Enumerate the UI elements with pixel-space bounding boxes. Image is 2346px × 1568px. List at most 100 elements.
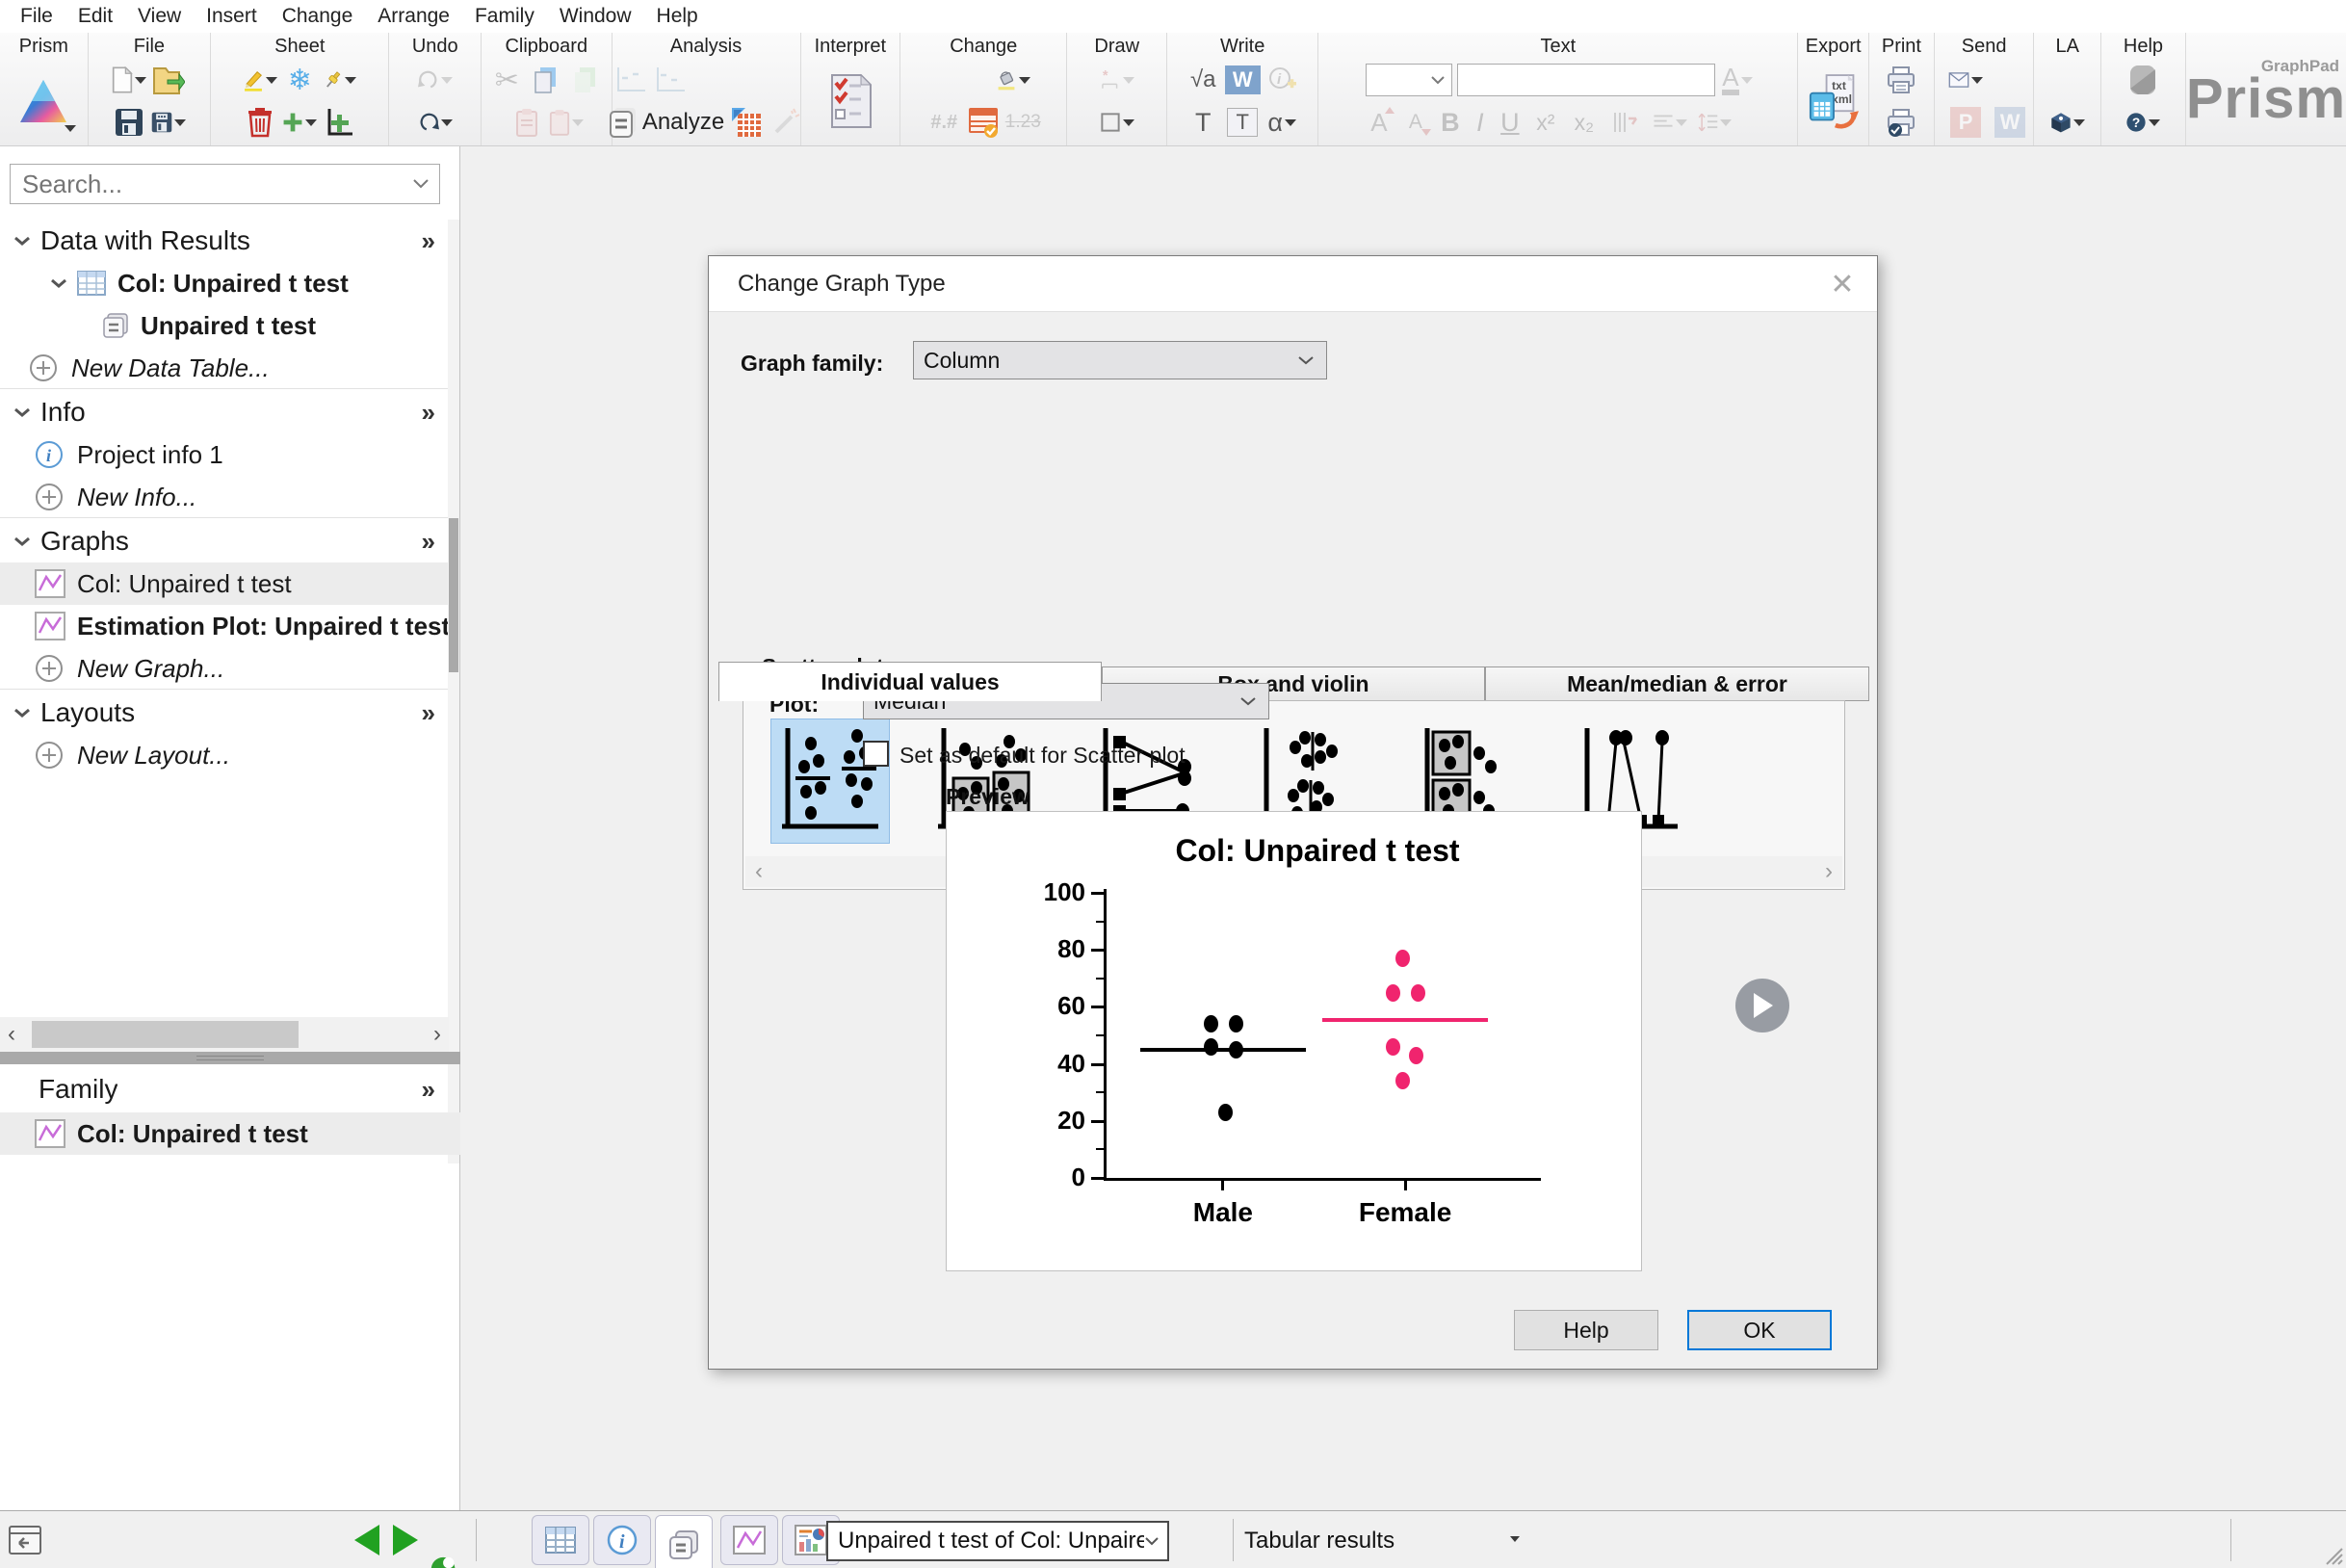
sidebar-section-data[interactable]: Data with Results » (0, 220, 449, 262)
save-special-icon[interactable] (151, 105, 187, 140)
delete-sheet-icon[interactable] (243, 105, 277, 140)
resize-grip[interactable] (2323, 1545, 2344, 1566)
y-minor-tick (1096, 1091, 1104, 1094)
view-graphs-tab[interactable] (720, 1515, 778, 1565)
help-button[interactable]: Help (1514, 1310, 1658, 1350)
scrollbar-thumb[interactable] (32, 1021, 299, 1048)
menu-item-help[interactable]: Help (644, 0, 711, 33)
copy-icon[interactable] (529, 63, 563, 97)
open-file-icon[interactable] (151, 63, 186, 97)
collapse-navigator-icon[interactable] (8, 1523, 42, 1557)
pin-icon[interactable] (322, 63, 357, 97)
decimal-format-icon: 1.23 (1004, 112, 1041, 132)
dialog-titlebar[interactable]: Change Graph Type ✕ (709, 256, 1877, 312)
sheet-selector-combo[interactable]: Unpaired t test of Col: Unpaired (826, 1521, 1169, 1561)
search-combo[interactable] (10, 164, 440, 204)
sidebar-item-estimation-plot[interactable]: Estimation Plot: Unpaired t test of (0, 605, 449, 647)
menu-item-window[interactable]: Window (547, 0, 644, 33)
play-tutorial-button[interactable] (1735, 979, 1789, 1032)
toolbar-group-write: Write √a W i T T α (1167, 33, 1319, 145)
equation-icon[interactable]: √a (1186, 63, 1220, 97)
change-table-format-icon[interactable] (966, 105, 1001, 140)
sidebar-item-results-sheet[interactable]: Unpaired t test (0, 304, 449, 347)
menu-item-arrange[interactable]: Arrange (365, 0, 462, 33)
text-tool-icon[interactable]: T (1186, 105, 1220, 140)
expand-section-icon[interactable]: » (422, 698, 435, 728)
sidebar-vertical-scrollbar[interactable] (448, 220, 459, 1163)
menu-item-file[interactable]: File (8, 0, 65, 33)
family-panel-splitter[interactable] (0, 1052, 460, 1064)
graph-family-combo[interactable]: Column (913, 341, 1327, 379)
tab-individual-values[interactable]: Individual values (718, 662, 1102, 701)
go-to-linked-icon[interactable] (428, 1555, 462, 1568)
print-icon[interactable] (1884, 63, 1918, 97)
sidebar-section-info[interactable]: Info » (0, 391, 449, 433)
sidebar-item-graph-col-unpaired[interactable]: Col: Unpaired t test (0, 562, 449, 605)
font-size-combo[interactable] (1365, 64, 1452, 96)
sidebar-item-project-info[interactable]: i Project info 1 (0, 433, 449, 476)
sidebar-item-new-info[interactable]: New Info... (0, 476, 449, 518)
view-data-tables-tab[interactable] (532, 1515, 589, 1565)
expand-section-icon[interactable]: » (422, 226, 435, 256)
view-results-tab[interactable] (655, 1515, 713, 1568)
set-default-checkbox[interactable] (863, 741, 889, 767)
scroll-left-icon[interactable]: ‹ (755, 858, 763, 885)
freeze-icon[interactable]: ❄ (282, 63, 317, 97)
scroll-left-icon[interactable]: ‹ (8, 1021, 15, 1048)
analyze-label[interactable]: Analyze (642, 109, 724, 136)
search-input[interactable] (11, 169, 412, 199)
prism-logo-icon[interactable] (18, 63, 77, 140)
new-file-icon[interactable] (112, 63, 147, 97)
new-sheet-icon[interactable] (282, 105, 318, 140)
sidebar-section-graphs[interactable]: Graphs » (0, 520, 449, 562)
scroll-right-icon[interactable]: › (1825, 858, 1833, 885)
analyze-icon[interactable] (609, 105, 638, 140)
help-icon[interactable]: ? (2125, 105, 2161, 140)
font-color-icon: A (1720, 63, 1755, 97)
sidebar-section-layouts[interactable]: Layouts » (0, 692, 449, 734)
draw-shape-icon[interactable] (1100, 105, 1134, 140)
text-box-icon[interactable]: T (1225, 105, 1260, 140)
sidebar-item-data-table[interactable]: Col: Unpaired t test (0, 262, 449, 304)
menu-item-view[interactable]: View (125, 0, 194, 33)
graph-type-scatter-median[interactable] (770, 719, 890, 844)
prism-academy-icon[interactable] (2125, 63, 2160, 97)
scroll-right-icon[interactable]: › (433, 1021, 441, 1048)
save-icon[interactable] (112, 105, 146, 140)
expand-section-icon[interactable]: » (422, 398, 435, 428)
interpret-checklist-icon[interactable] (825, 63, 875, 140)
forward-button[interactable] (393, 1525, 418, 1555)
scrollbar-thumb[interactable] (449, 518, 458, 672)
view-info-tab[interactable]: i (593, 1515, 651, 1565)
lab-archive-icon[interactable] (2050, 105, 2085, 140)
expand-section-icon[interactable]: » (422, 527, 435, 557)
print-preview-icon[interactable] (1884, 105, 1918, 140)
graph-family-label: Graph family: (741, 351, 884, 376)
ok-button[interactable]: OK (1687, 1310, 1832, 1350)
tab-mean-median-error[interactable]: Mean/median & error (1485, 666, 1869, 701)
sidebar-item-new-graph[interactable]: New Graph... (0, 647, 449, 690)
sidebar-item-new-data-table[interactable]: New Data Table... (0, 347, 449, 389)
line-spacing-icon (1697, 105, 1732, 140)
menu-item-family[interactable]: Family (462, 0, 547, 33)
menu-item-change[interactable]: Change (270, 0, 366, 33)
view-selector[interactable]: Tabular results (1244, 1521, 1395, 1561)
analysis-table-icon[interactable] (729, 105, 764, 140)
close-icon[interactable]: ✕ (1821, 264, 1864, 304)
undo-icon[interactable] (418, 105, 453, 140)
new-graph-sheet-icon[interactable] (322, 105, 356, 140)
back-button[interactable] (354, 1525, 379, 1555)
menu-item-edit[interactable]: Edit (65, 0, 125, 33)
color-bucket-icon[interactable] (996, 63, 1031, 97)
family-item-col-unpaired[interactable]: Col: Unpaired t test (0, 1112, 460, 1155)
email-icon[interactable] (1948, 63, 1984, 97)
export-icon[interactable]: txt xml (1809, 63, 1859, 140)
highlight-icon[interactable] (243, 63, 278, 97)
expand-section-icon[interactable]: » (422, 1075, 435, 1105)
greek-letter-icon[interactable]: α (1264, 105, 1299, 140)
font-name-combo[interactable] (1456, 64, 1715, 96)
word-text-icon[interactable]: W (1224, 63, 1261, 97)
sidebar-item-new-layout[interactable]: New Layout... (0, 734, 449, 776)
toolbar-group-undo: Undo (389, 33, 482, 145)
menu-item-insert[interactable]: Insert (194, 0, 270, 33)
